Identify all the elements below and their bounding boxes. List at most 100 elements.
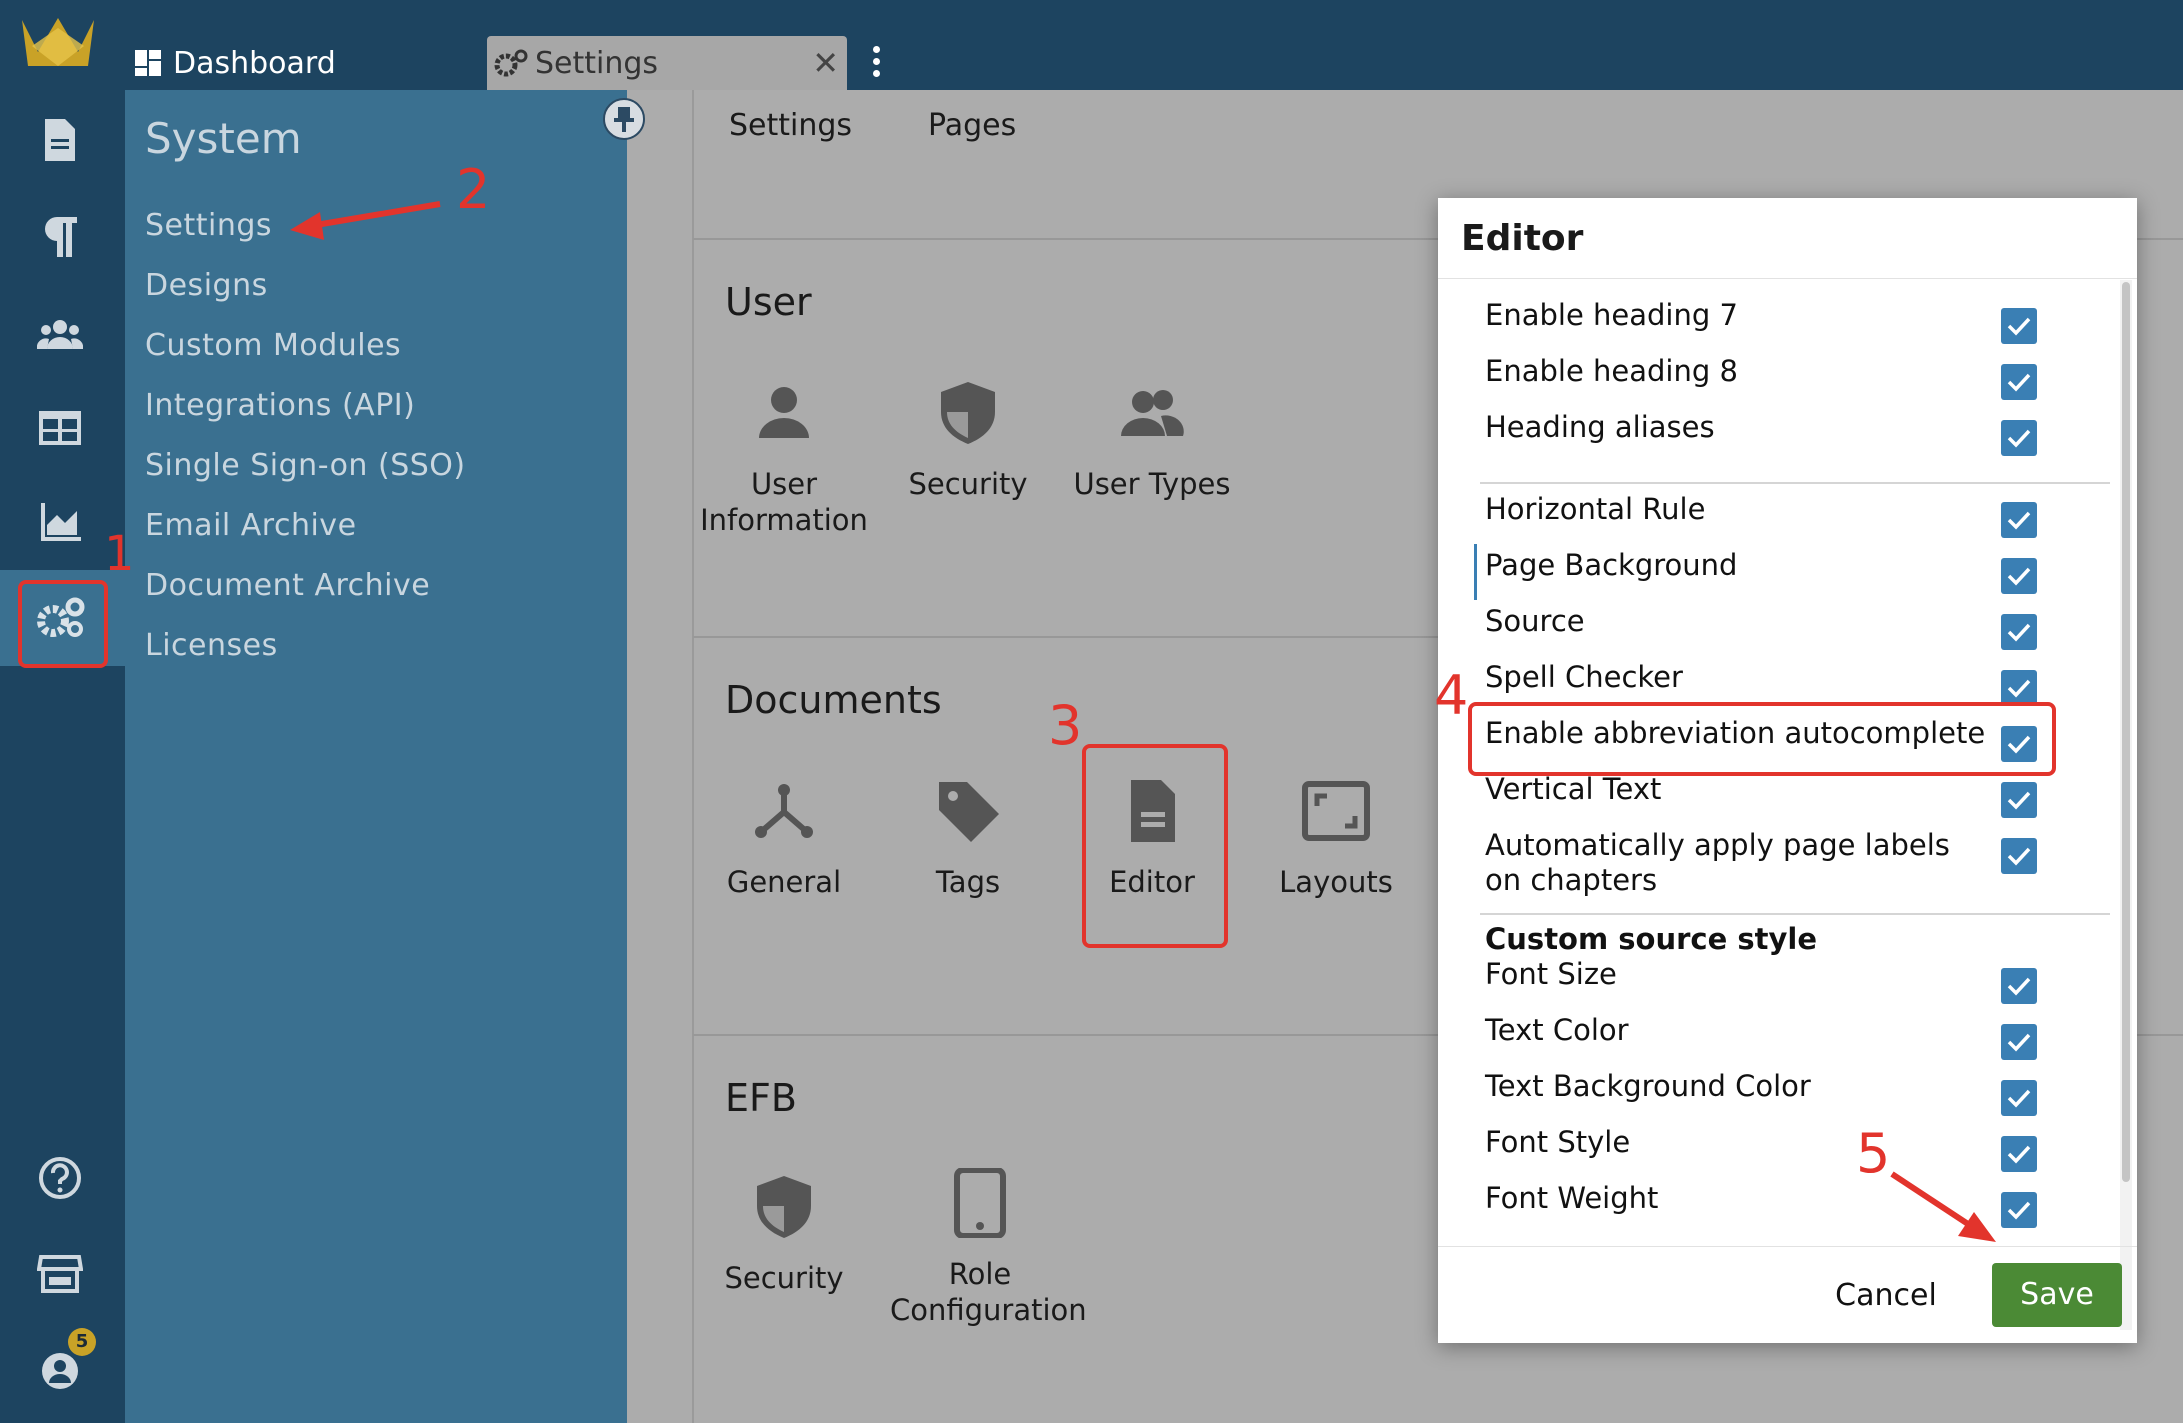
help-nav[interactable] [22,1140,98,1216]
checkmark-icon [2007,679,2031,698]
tile-user-information[interactable]: User Information [694,378,874,538]
close-tab-icon[interactable]: ✕ [812,44,839,82]
option-label: Heading aliases [1485,410,1715,444]
checkmark-icon [2007,373,2031,392]
option-label: Font Size [1485,957,1617,991]
more-vertical-icon[interactable] [873,46,883,82]
sidebar-item-licenses[interactable]: Licenses [145,628,278,663]
dialog-footer-divider [1438,1246,2137,1247]
tab-pages[interactable]: Pages [928,108,1016,143]
checkbox-page-background[interactable] [2001,558,2037,594]
group-heading: Custom source style [1485,922,1818,956]
annotation-box-4 [1468,702,2056,776]
fork-icon [755,784,813,838]
dialog-divider [1480,482,2110,484]
layout-frame-icon [1302,781,1370,841]
option-label: Horizontal Rule [1485,492,1706,526]
checkbox-auto-page-labels[interactable] [2001,838,2037,874]
users-icon [37,320,83,349]
checkbox-text-background-color[interactable] [2001,1080,2037,1116]
crown-logo-icon[interactable] [18,12,98,76]
checkbox-font-size[interactable] [2001,968,2037,1004]
sidebar-item-custom-modules[interactable]: Custom Modules [145,328,401,363]
system-sidebar: System Settings Designs Custom Modules I… [125,90,645,1423]
tile-general[interactable]: General [694,776,874,900]
tab-dashboard[interactable]: Dashboard [133,36,336,90]
checkbox-spell-checker[interactable] [2001,670,2037,706]
sidebar-item-integrations[interactable]: Integrations (API) [145,388,415,423]
checkbox-enable-heading-8[interactable] [2001,364,2037,400]
tile-label: User Information [700,467,868,537]
divider [2137,1034,2183,1036]
tile-tags[interactable]: Tags [878,776,1058,900]
section-title-user: User [725,280,812,324]
user-group-icon [1121,390,1184,436]
annotation-arrow-2 [290,201,441,240]
checkbox-source[interactable] [2001,614,2037,650]
section-title-efb: EFB [725,1076,797,1120]
section-title-documents: Documents [725,678,942,722]
checkbox-heading-aliases[interactable] [2001,420,2037,456]
sidebar-item-designs[interactable]: Designs [145,268,268,303]
checkmark-icon [2007,977,2031,996]
focus-indicator [1474,544,1477,600]
sidebar-item-email-archive[interactable]: Email Archive [145,508,357,543]
checkbox-horizontal-rule[interactable] [2001,502,2037,538]
tables-nav[interactable] [22,390,98,466]
checkbox-vertical-text[interactable] [2001,782,2037,818]
users-nav[interactable] [22,296,98,372]
top-bar: Dashboard Settings ✕ [0,0,2183,90]
annotation-number-2: 2 [456,158,491,221]
cancel-button[interactable]: Cancel [1826,1272,1946,1320]
tab-dashboard-label: Dashboard [173,45,336,81]
store-icon [37,1255,83,1293]
option-label: Font Style [1485,1125,1631,1159]
checkmark-icon [2007,791,2031,810]
tile-user-security[interactable]: Security [878,378,1058,502]
paragraph-nav[interactable] [22,198,98,274]
sidebar-item-settings[interactable]: Settings [145,208,272,243]
area-chart-icon [41,503,81,541]
tab-settings-label: Settings [535,45,659,81]
tile-label: Security [908,467,1028,501]
option-label: Enable heading 7 [1485,298,1738,332]
tab-settings[interactable]: Settings ✕ [487,36,847,90]
checkbox-text-color[interactable] [2001,1024,2037,1060]
user-icon [759,387,809,438]
checkmark-icon [2007,847,2031,866]
tile-layouts[interactable]: Layouts [1246,776,1426,900]
document-icon [45,119,75,161]
checkbox-font-style[interactable] [2001,1136,2037,1172]
option-label: Text Color [1485,1013,1629,1047]
dialog-divider [1480,913,2110,915]
table-icon [39,411,81,445]
annotation-box-1 [18,580,108,668]
checkbox-enable-heading-7[interactable] [2001,308,2037,344]
checkmark-icon [2007,429,2031,448]
tile-role-configuration[interactable]: Role Configuration [890,1168,1087,1328]
tile-label: Security [724,1261,844,1295]
sidebar-item-document-archive[interactable]: Document Archive [145,568,430,603]
tile-user-types[interactable]: User Types [1062,378,1242,502]
annotation-arrow-5 [1890,1171,1996,1242]
checkmark-icon [2007,567,2031,586]
scrollbar-thumb[interactable] [2122,282,2130,1182]
checkmark-icon [2007,1201,2031,1220]
shield-icon [941,382,995,444]
option-label: Automatically apply page labels on chapt… [1485,828,1950,897]
documents-nav[interactable] [22,102,98,178]
annotation-number-4: 4 [1434,664,1469,727]
store-nav[interactable] [22,1236,98,1312]
tab-settings-main[interactable]: Settings [729,108,852,143]
gears-icon [494,49,528,77]
analytics-nav[interactable] [22,484,98,560]
pin-button[interactable] [603,98,645,140]
tile-efb-security[interactable]: Security [694,1172,874,1296]
account-nav[interactable]: 5 [22,1328,98,1406]
tile-label: User Types [1073,467,1231,501]
checkbox-font-weight[interactable] [2001,1192,2037,1228]
dashboard-icon [135,50,161,76]
option-label: Source [1485,604,1585,638]
sidebar-item-sso[interactable]: Single Sign-on (SSO) [145,448,466,483]
save-button[interactable]: Save [1992,1263,2122,1327]
